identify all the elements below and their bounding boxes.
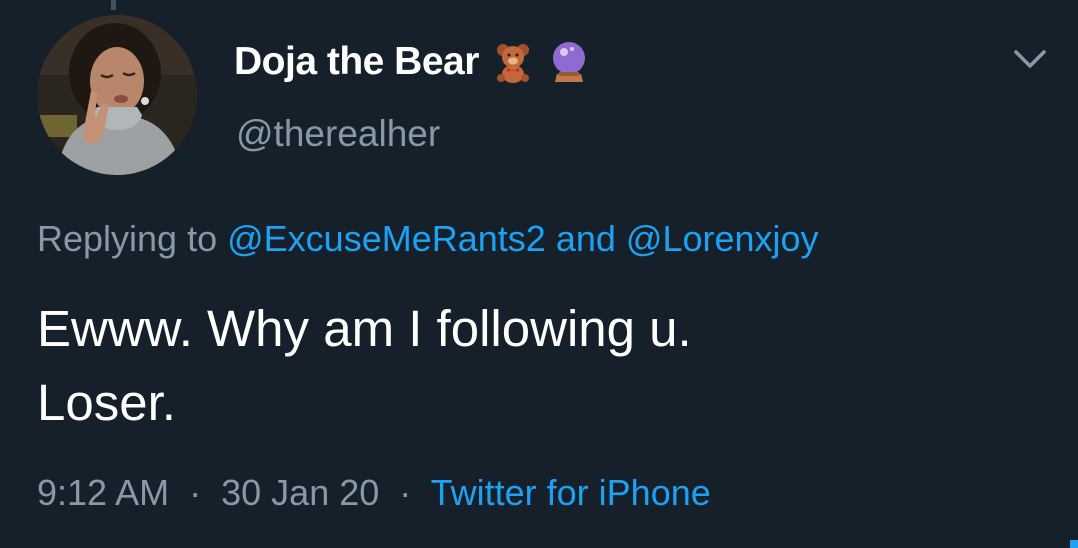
tweet-card[interactable]: Doja the Bear @therealher Replying to @E…: [0, 0, 1078, 548]
avatar-image: [37, 15, 197, 175]
tweet-source-link[interactable]: Twitter for iPhone: [431, 472, 711, 513]
tweet-meta: 9:12 AM · 30 Jan 20 · Twitter for iPhone: [37, 472, 711, 514]
user-handle[interactable]: @therealher: [236, 113, 440, 155]
thread-line: [111, 0, 116, 10]
crystal-ball-icon: [547, 40, 591, 84]
display-name-row[interactable]: Doja the Bear: [234, 34, 591, 90]
meta-separator: ·: [189, 472, 202, 513]
replying-to: Replying to @ExcuseMeRants2 and @Lorenxj…: [37, 218, 819, 260]
divider-accent: [1070, 540, 1078, 548]
tweet-text: Ewww. Why am I following u. Loser.: [37, 292, 1037, 440]
chevron-down-icon[interactable]: [1012, 46, 1048, 74]
mention-link[interactable]: @Lorenxjoy: [626, 218, 819, 259]
teddy-bear-icon: [491, 40, 535, 84]
tweet-text-line: Loser.: [37, 374, 176, 431]
replying-prefix: Replying to: [37, 218, 218, 259]
meta-separator: ·: [399, 472, 412, 513]
mention-joiner: and: [555, 218, 616, 259]
mention-link[interactable]: @ExcuseMeRants2: [227, 218, 546, 259]
display-name[interactable]: Doja the Bear: [234, 40, 479, 84]
avatar[interactable]: [37, 15, 197, 175]
tweet-text-line: Ewww. Why am I following u.: [37, 300, 692, 357]
tweet-time[interactable]: 9:12 AM: [37, 472, 169, 513]
tweet-date[interactable]: 30 Jan 20: [221, 472, 379, 513]
